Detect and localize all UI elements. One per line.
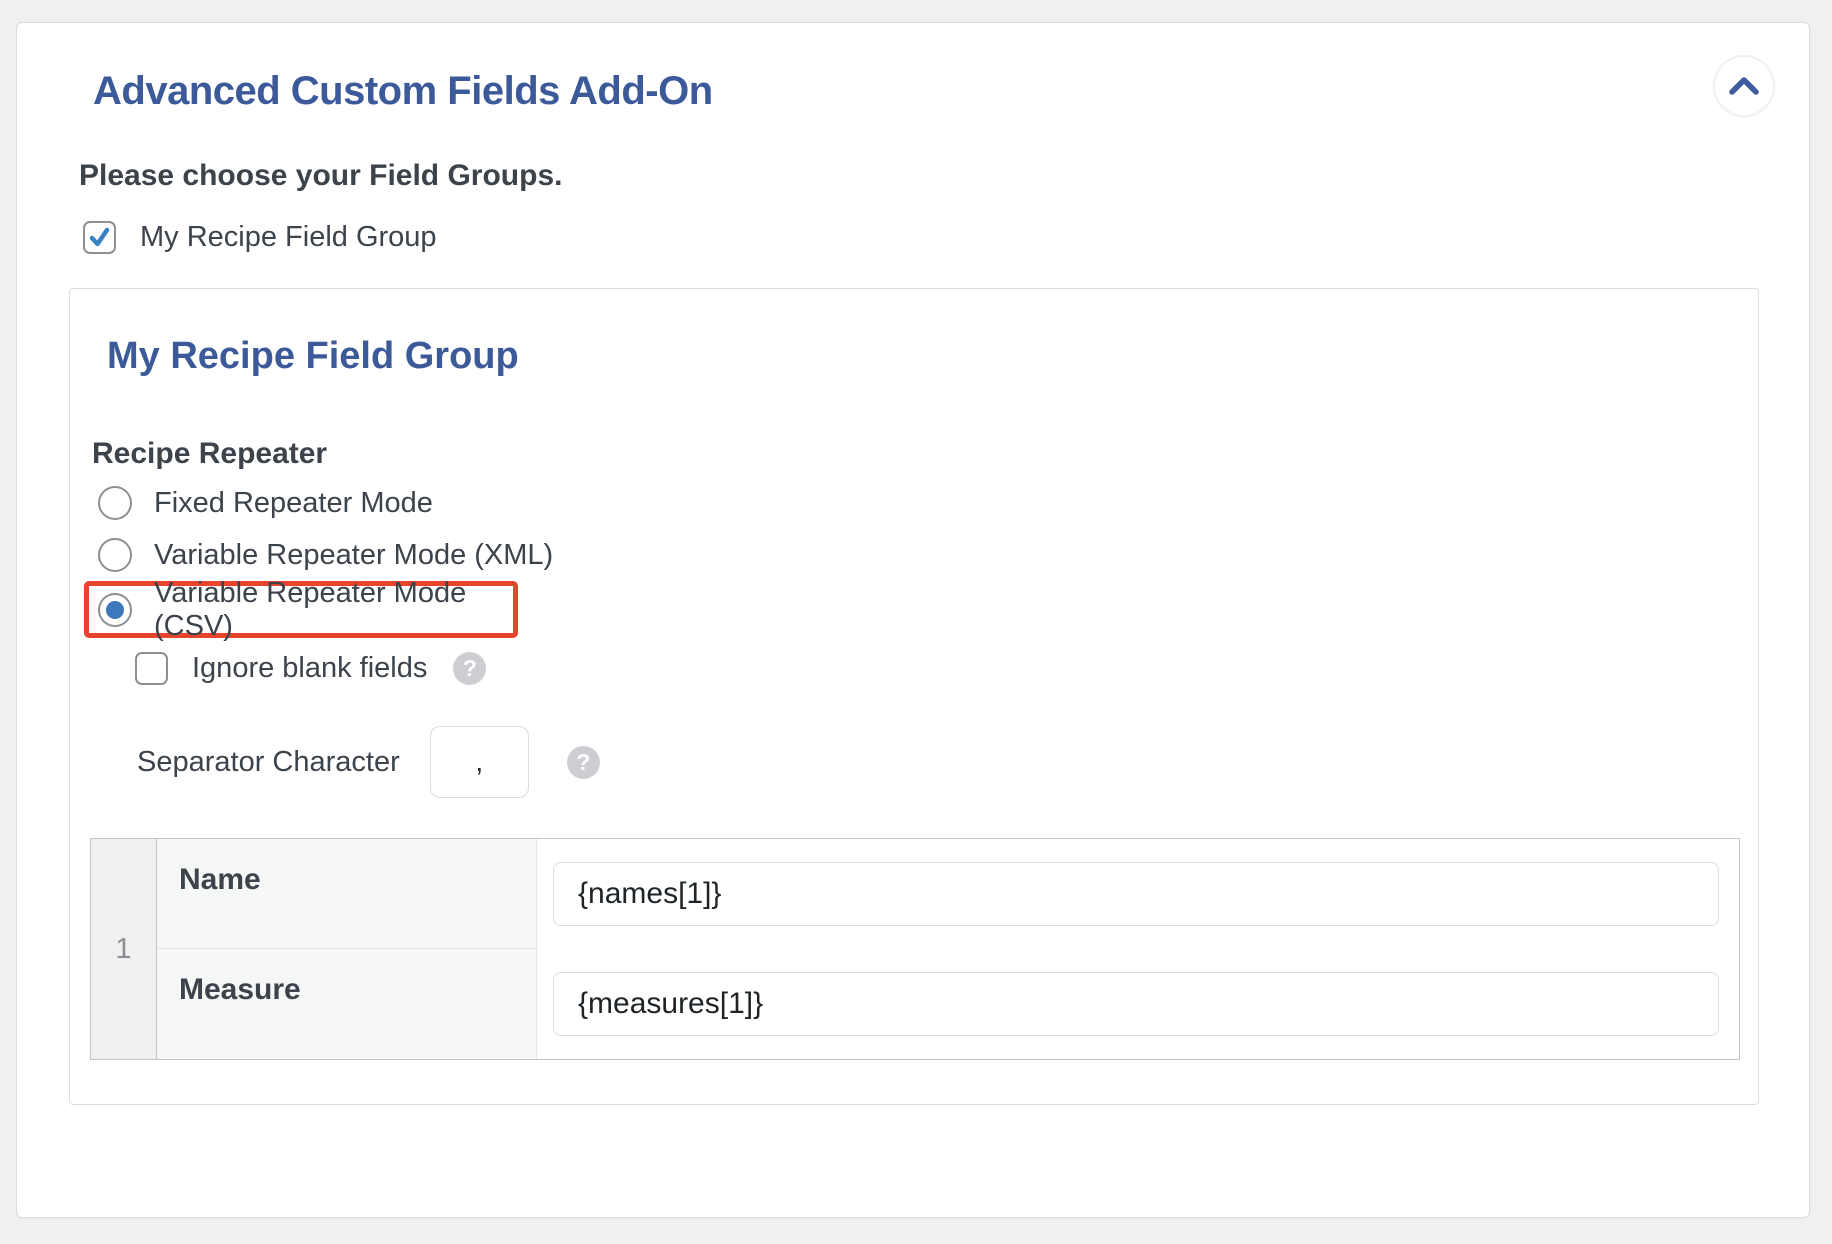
field-group-checkbox[interactable] (83, 221, 116, 254)
row-index-cell: 1 (91, 839, 157, 1059)
field-group-checkbox-row: My Recipe Field Group (83, 221, 1809, 254)
name-field-label: Name (157, 839, 537, 949)
ignore-blank-fields-label: Ignore blank fields (192, 652, 427, 685)
ignore-blank-fields-row: Ignore blank fields ? (135, 650, 1758, 686)
field-group-checkbox-label: My Recipe Field Group (140, 221, 437, 254)
measure-field-cell (537, 949, 1739, 1059)
separator-character-input[interactable] (430, 726, 529, 798)
help-question-icon[interactable]: ? (453, 652, 486, 685)
field-group-panel: My Recipe Field Group Recipe Repeater Fi… (69, 288, 1759, 1105)
radio-variable-csv[interactable] (98, 593, 132, 627)
radio-row-variable-csv-highlighted: Variable Repeater Mode (CSV) (84, 581, 518, 638)
field-group-title: My Recipe Field Group (107, 333, 1758, 379)
help-question-icon[interactable]: ? (567, 746, 600, 779)
radio-variable-xml-label: Variable Repeater Mode (XML) (154, 539, 553, 572)
radio-row-variable-xml: Variable Repeater Mode (XML) (98, 529, 1758, 581)
recipe-fields-table: 1 Name Measure (90, 838, 1740, 1060)
radio-fixed-mode-label: Fixed Repeater Mode (154, 487, 433, 520)
acf-addon-panel: Advanced Custom Fields Add-On Please cho… (16, 22, 1810, 1218)
ignore-blank-fields-checkbox[interactable] (135, 652, 168, 685)
radio-variable-csv-label: Variable Repeater Mode (CSV) (154, 577, 513, 643)
radio-fixed-mode[interactable] (98, 486, 132, 520)
panel-header: Advanced Custom Fields Add-On (17, 23, 1809, 117)
name-field-input[interactable] (553, 862, 1719, 926)
radio-variable-xml[interactable] (98, 538, 132, 572)
separator-character-row: Separator Character ? (137, 726, 1758, 798)
chevron-up-icon (1727, 75, 1761, 97)
name-field-cell (537, 839, 1739, 949)
recipe-repeater-label: Recipe Repeater (92, 437, 1758, 471)
measure-field-label: Measure (157, 949, 537, 1059)
panel-title: Advanced Custom Fields Add-On (93, 67, 713, 115)
measure-field-input[interactable] (553, 972, 1719, 1036)
radio-row-fixed-mode: Fixed Repeater Mode (98, 477, 1758, 529)
choose-field-groups-label: Please choose your Field Groups. (79, 159, 1809, 193)
repeater-mode-options: Fixed Repeater Mode Variable Repeater Mo… (90, 477, 1758, 638)
separator-character-label: Separator Character (137, 746, 400, 779)
checkmark-icon (87, 225, 112, 250)
collapse-button[interactable] (1713, 55, 1775, 117)
radio-selected-dot (106, 601, 124, 619)
